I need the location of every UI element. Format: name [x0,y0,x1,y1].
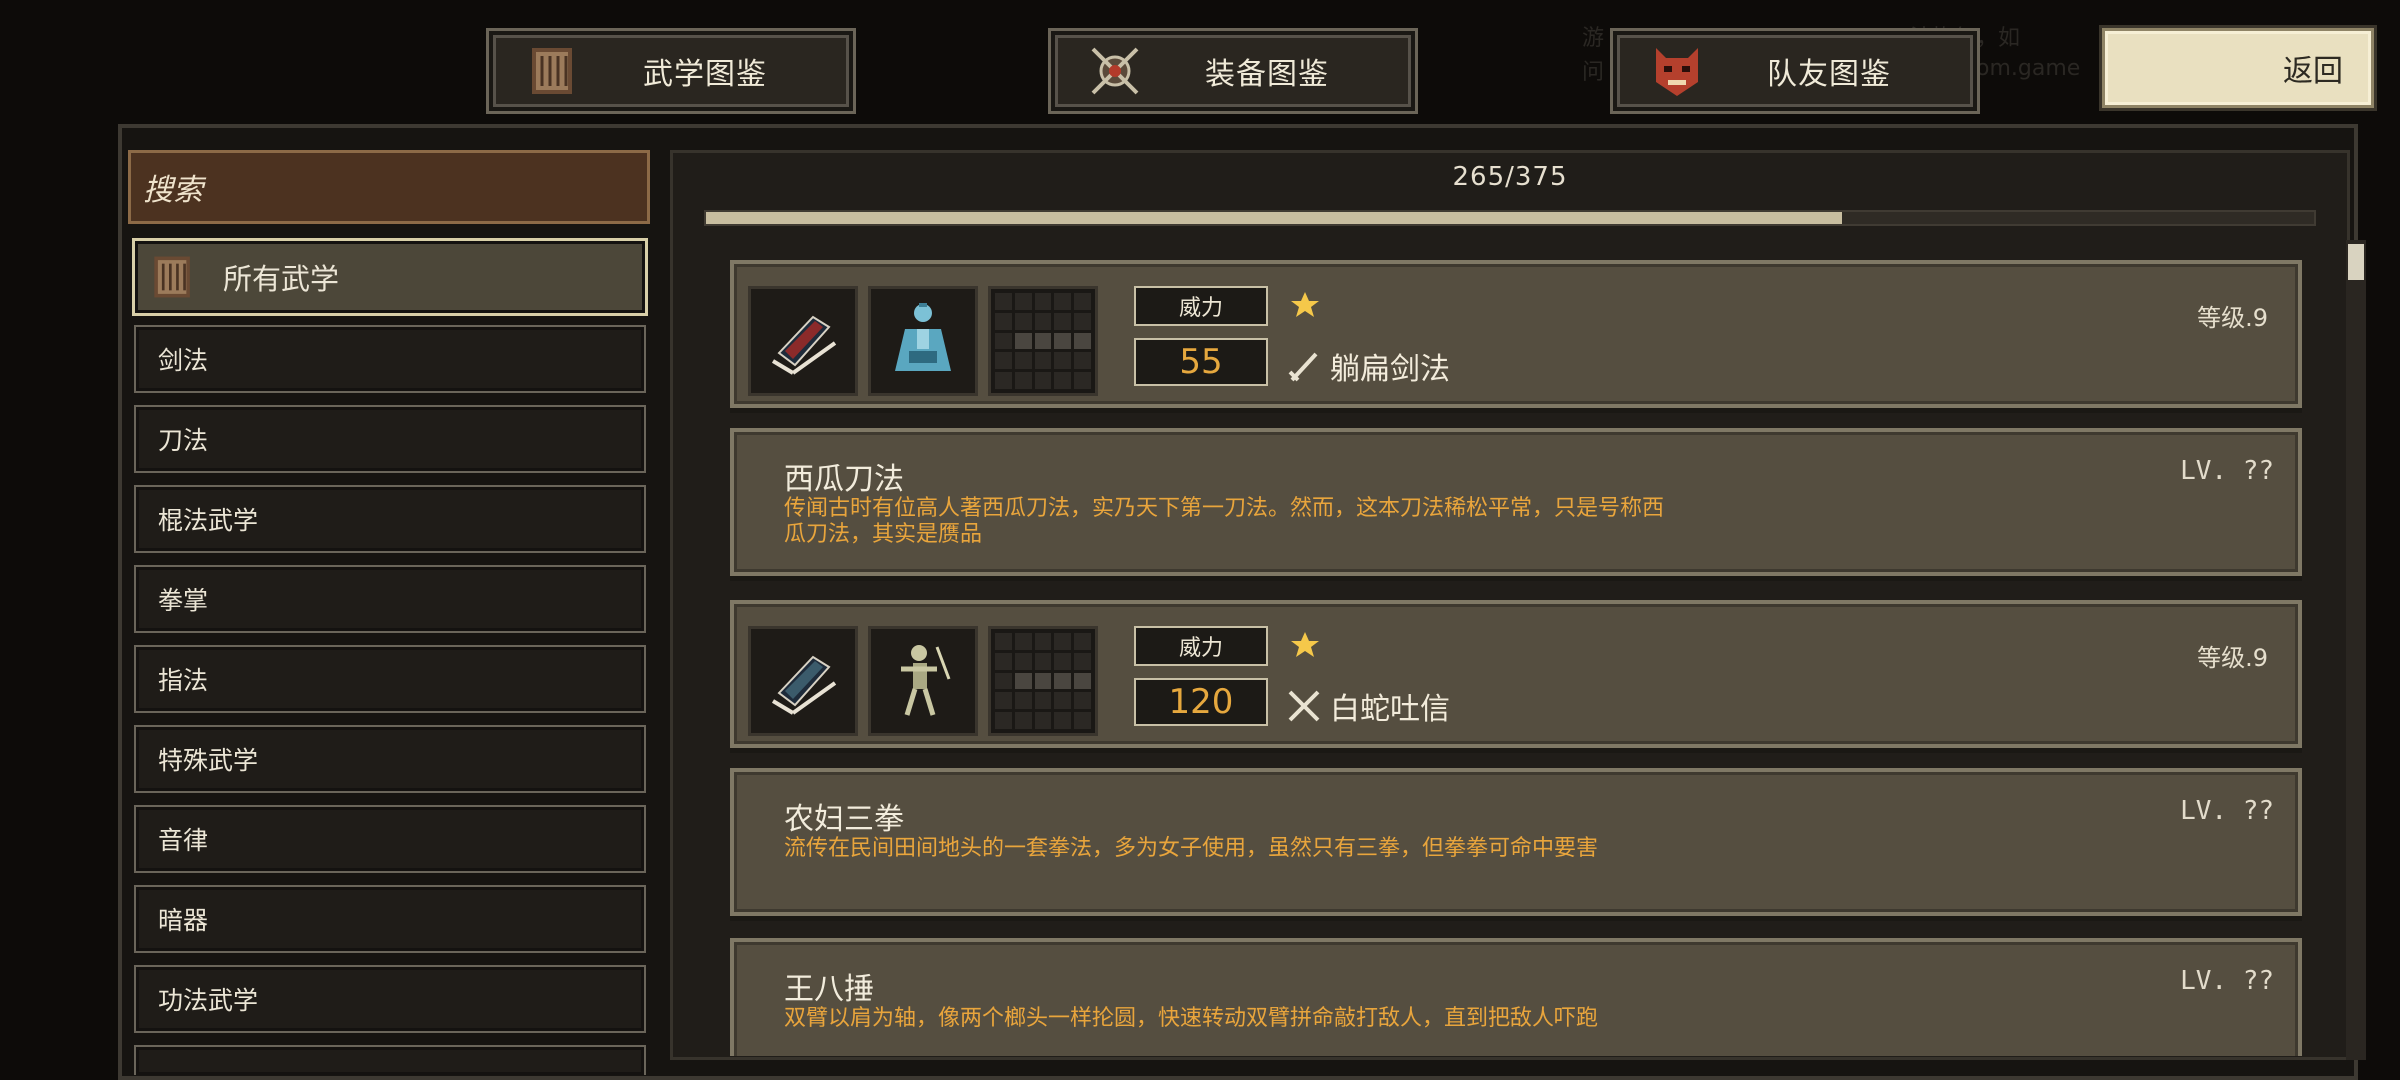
sword-icon [1286,348,1322,384]
locked-martial-art-card[interactable]: 西瓜刀法 LV. ?? 传闻古时有位高人著西瓜刀法，实乃天下第一刀法。然而，这本… [730,428,2302,576]
category-label: 棍法武学 [158,506,259,535]
category-blade[interactable]: 刀法 [134,405,646,473]
demon-mask-icon [1647,41,1707,101]
power-value: 120 [1134,678,1268,726]
watermark-text: om.game [1976,56,2081,81]
level-label: 等级.9 [2197,304,2268,332]
martial-art-title: 西瓜刀法 [784,462,904,497]
search-input[interactable]: 搜索 [128,150,650,224]
category-label: 剑法 [158,346,209,375]
skeleton-warrior-icon [868,626,978,736]
skill-name-text: 躺扁剑法 [1330,352,1450,387]
category-all-martial-arts[interactable]: 所有武学 [132,238,648,316]
martial-art-title: 农妇三拳 [784,802,904,837]
category-label: 所有武学 [223,262,340,296]
back-button-label: 返回 [2283,54,2343,89]
category-label: 拳掌 [158,586,209,615]
power-label: 威力 [1134,286,1268,326]
star-icon [1291,292,1319,317]
unknown-level: LV. ?? [2180,966,2274,996]
martial-art-description: 流传在民间田间地头的一套拳法，多为女子使用，虽然只有三拳，但拳拳可命中要害 [784,836,1599,861]
scroll-book-icon [149,253,197,301]
category-label: 刀法 [158,426,209,455]
skill-grid [988,626,1098,736]
tab-label: 装备图鉴 [1205,57,1329,92]
category-label: 指法 [158,666,209,695]
unknown-level: LV. ?? [2180,456,2274,486]
category-label: 特殊武学 [158,746,259,775]
category-label: 音律 [158,826,209,855]
category-music[interactable]: 音律 [134,805,646,873]
category-staff[interactable]: 棍法武学 [134,485,646,553]
book-icon [748,286,858,396]
crossed-fists-icon [1286,688,1322,724]
collection-counter: 265/375 [1452,162,1568,192]
martial-art-card[interactable]: 威力 55 躺扁剑法 等级.9 [730,260,2302,408]
skill-grid [988,286,1098,396]
scroll-book-icon [523,41,583,101]
crossed-weapons-icon [1085,41,1145,101]
back-button[interactable]: 返回 [2102,28,2374,108]
category-internal-art[interactable]: 功法武学 [134,965,646,1033]
skill-name-text: 白蛇吐信 [1330,692,1450,727]
category-special[interactable]: 特殊武学 [134,725,646,793]
tab-martial-arts[interactable]: 武学图鉴 [486,28,856,114]
martial-art-description: 传闻古时有位高人著西瓜刀法，实乃天下第一刀法。然而，这本刀法稀松平常，只是号称西… [784,496,1665,547]
unknown-level: LV. ?? [2180,796,2274,826]
power-value: 55 [1134,338,1268,386]
martial-art-title: 王八捶 [784,972,874,1007]
skill-name: 躺扁剑法 [1286,344,1450,388]
martial-art-description: 双臂以肩为轴，像两个榔头一样抡圆，快速转动双臂拼命敲打敌人，直到把敌人吓跑 [784,1006,1599,1031]
entry-list[interactable]: 威力 55 躺扁剑法 等级.9 西瓜刀法 LV. ?? 传闻古时有位高人著西瓜刀… [730,256,2306,1056]
locked-martial-art-card[interactable]: 王八捶 LV. ?? 双臂以肩为轴，像两个榔头一样抡圆，快速转动双臂拼命敲打敌人… [730,938,2302,1056]
watermark-text: 问 [1582,60,1605,85]
power-label: 威力 [1134,626,1268,666]
tab-label: 武学图鉴 [643,57,767,92]
category-sword[interactable]: 剑法 [134,325,646,393]
skill-name: 白蛇吐信 [1286,684,1450,728]
scrollbar-thumb[interactable] [2348,244,2364,280]
tab-teammates[interactable]: 队友图鉴 [1610,28,1980,114]
category-label: 功法武学 [158,986,259,1015]
category-hidden-weapon[interactable]: 暗器 [134,885,646,953]
watermark-text: 游 [1582,26,1605,51]
blue-robed-figure-icon [868,286,978,396]
locked-martial-art-card[interactable]: 农妇三拳 LV. ?? 流传在民间田间地头的一套拳法，多为女子使用，虽然只有三拳… [730,768,2302,916]
star-icon [1291,632,1319,657]
level-label: 等级.9 [2197,644,2268,672]
tab-equipment[interactable]: 装备图鉴 [1048,28,1418,114]
category-finger[interactable]: 指法 [134,645,646,713]
collection-progress-bar [704,210,2316,226]
scrollbar[interactable] [2346,240,2366,1060]
book-icon [748,626,858,736]
progress-fill [706,212,1843,224]
category-label: 暗器 [158,906,209,935]
search-label: 搜索 [143,173,203,208]
category-partial[interactable] [134,1045,646,1075]
category-fist-palm[interactable]: 拳掌 [134,565,646,633]
tab-label: 队友图鉴 [1767,57,1891,92]
martial-art-card[interactable]: 威力 120 白蛇吐信 等级.9 [730,600,2302,748]
